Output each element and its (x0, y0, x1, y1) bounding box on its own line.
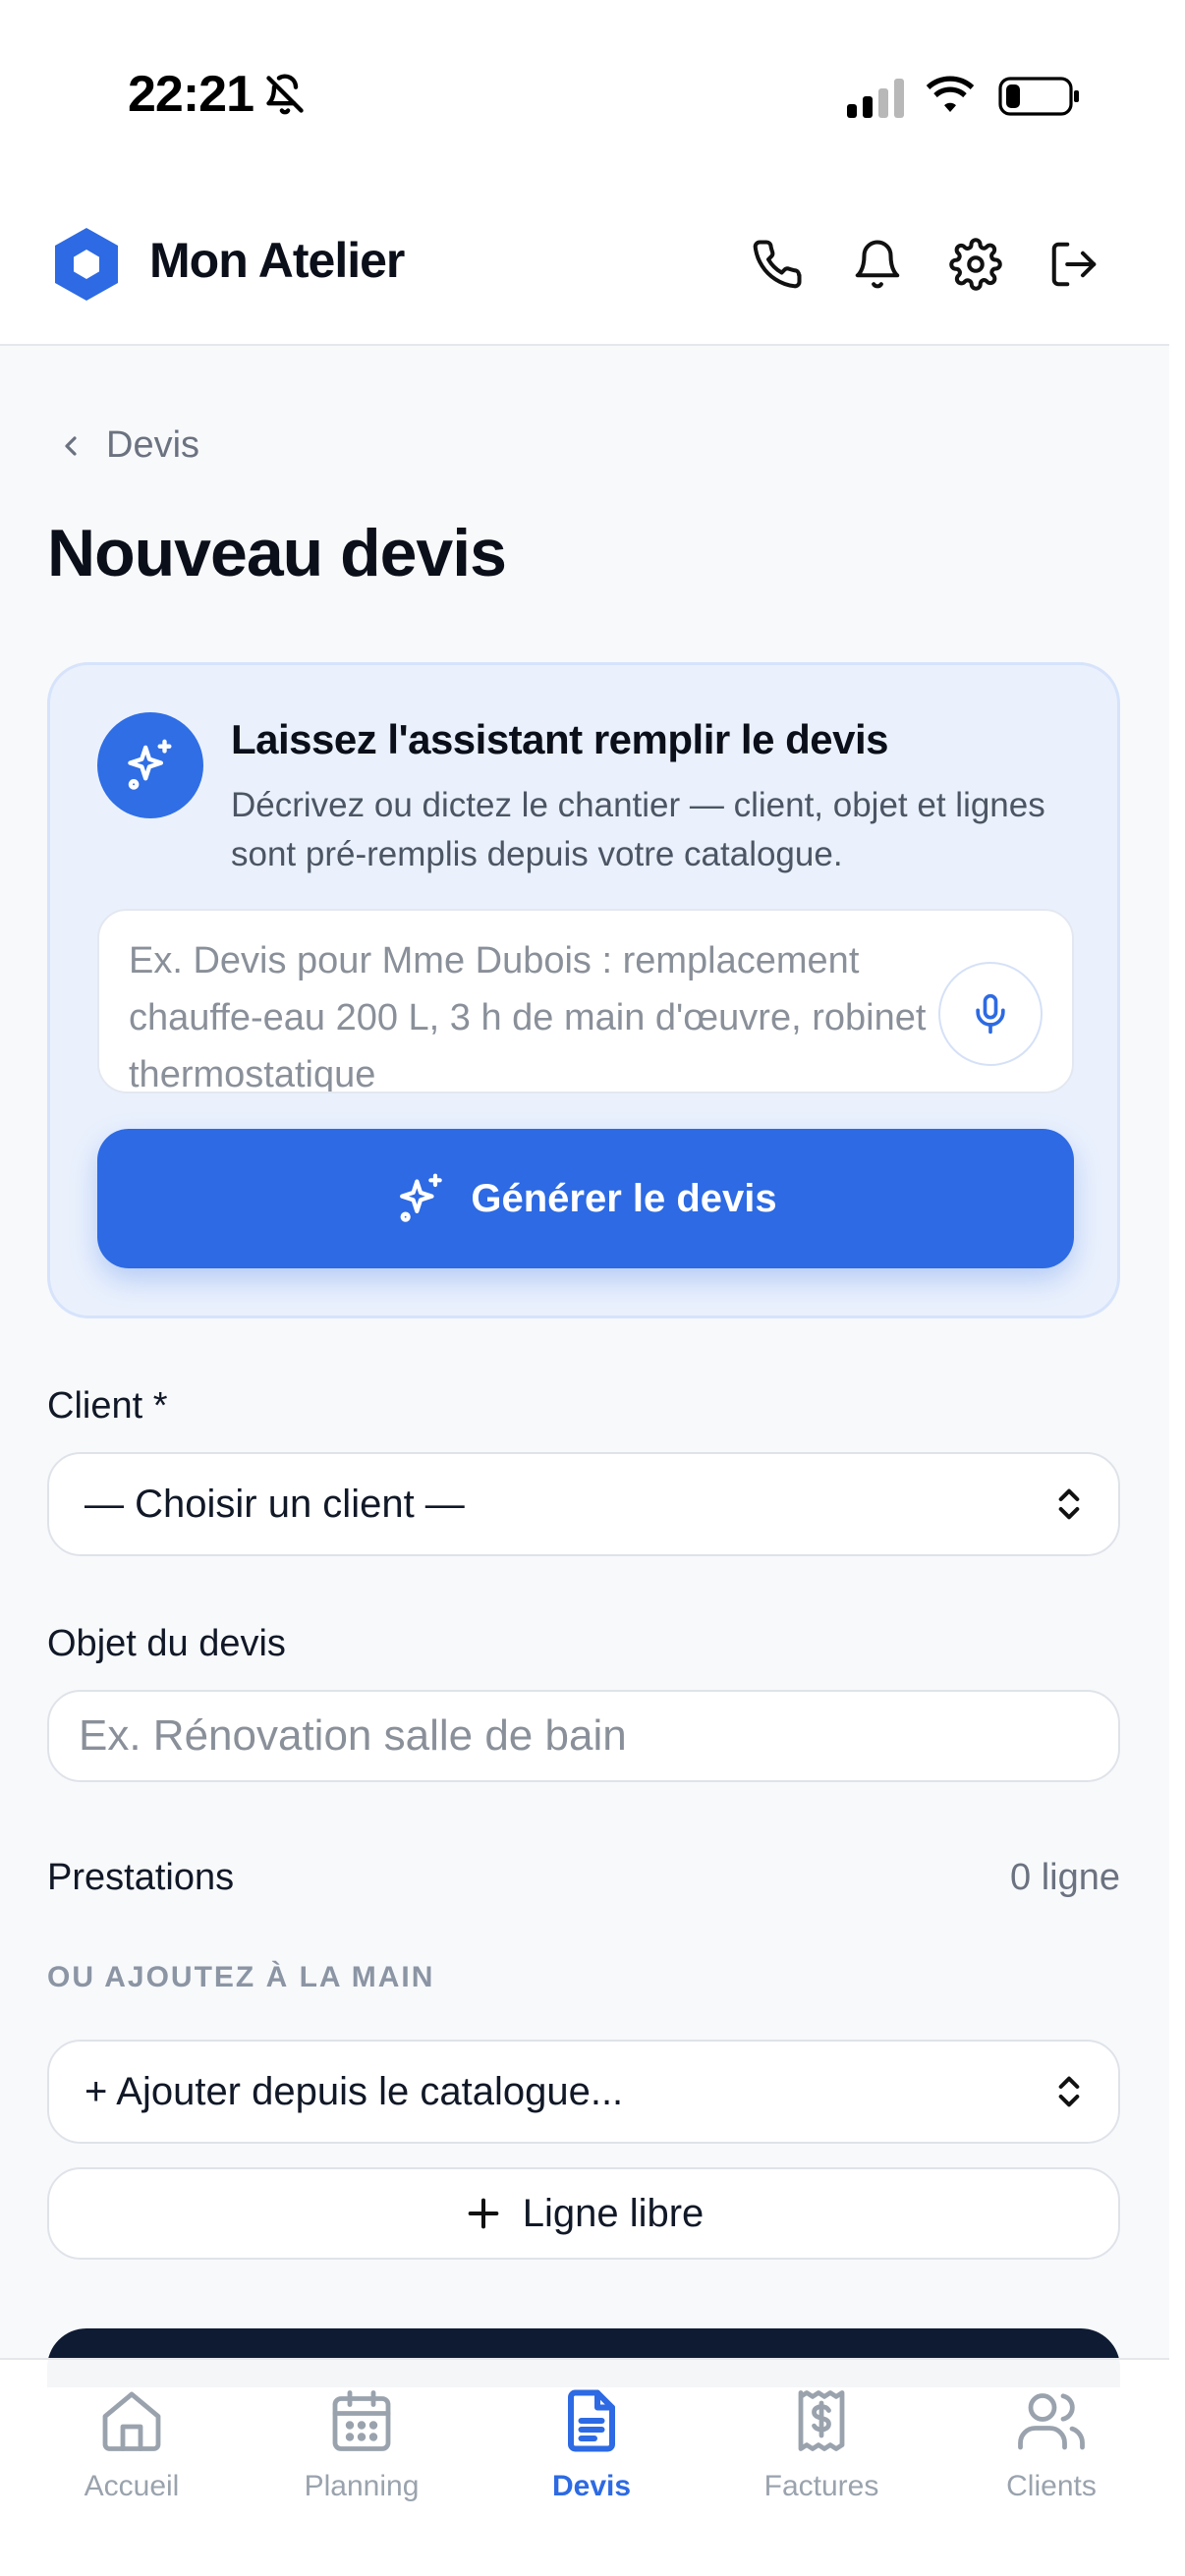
calendar-icon (332, 2390, 391, 2451)
chevron-left-icon (65, 435, 77, 456)
breadcrumb[interactable]: Devis (55, 424, 199, 467)
users-icon (1018, 2393, 1085, 2450)
nav-label-devis: Devis (551, 2470, 632, 2502)
status-time: 22:21 (128, 66, 254, 123)
client-label: Client * (47, 1385, 168, 1427)
nav-label-clients: Clients (1006, 2470, 1097, 2502)
sparkles-icon (400, 1173, 443, 1222)
assistant-prompt-input[interactable]: Ex. Devis pour Mme Dubois : remplacement… (97, 909, 1074, 1093)
nav-label-planning: Planning (304, 2470, 420, 2502)
assistant-card: Laissez l'assistant remplir le devis Déc… (47, 662, 1120, 1318)
receipt-icon (798, 2390, 845, 2451)
object-label: Objet du devis (47, 1623, 286, 1664)
sparkles-icon (128, 739, 172, 790)
add-free-line-button[interactable]: Ligne libre (47, 2167, 1120, 2260)
object-input-placeholder: Ex. Rénovation salle de bain (79, 1711, 627, 1760)
assistant-title: Laissez l'assistant remplir le devis (231, 716, 889, 762)
microphone-icon (976, 993, 1005, 1035)
assistant-description: Décrivez ou dictez le chantier — client,… (231, 786, 1045, 873)
assistant-icon-badge (97, 712, 203, 818)
mic-button[interactable] (938, 962, 1043, 1066)
main-content: Devis Nouveau devis Laissez l'assistant … (0, 346, 1169, 2387)
document-icon (568, 2389, 615, 2452)
chevron-updown-icon (1058, 2076, 1080, 2107)
status-bar: 22:21 (0, 0, 1185, 196)
scroll-edge (1169, 196, 1185, 2576)
bell-icon[interactable] (851, 238, 904, 291)
app-header: Mon Atelier (0, 196, 1169, 346)
signal-icon (847, 79, 904, 118)
nav-item-accueil[interactable]: Accueil (33, 2385, 230, 2533)
nav-item-clients[interactable]: Clients (953, 2385, 1150, 2533)
nav-item-devis[interactable]: Devis (493, 2385, 690, 2533)
app-title: Mon Atelier (149, 233, 405, 288)
object-input[interactable]: Ex. Rénovation salle de bain (47, 1690, 1120, 1782)
breadcrumb-label: Devis (106, 424, 200, 466)
page-title: Nouveau devis (47, 516, 507, 590)
nav-label-factures: Factures (763, 2470, 879, 2502)
bell-off-icon (266, 74, 304, 115)
generate-quote-label: Générer le devis (471, 1176, 777, 1220)
catalogue-select[interactable]: + Ajouter depuis le catalogue... (47, 2040, 1120, 2144)
catalogue-select-value: + Ajouter depuis le catalogue... (85, 2069, 624, 2113)
generate-quote-button[interactable]: Générer le devis (97, 1129, 1074, 1268)
prestations-count: 0 ligne (1010, 1857, 1120, 1898)
prestations-hint: OU AJOUTEZ À LA MAIN (47, 1961, 435, 1993)
nav-item-planning[interactable]: Planning (263, 2385, 460, 2533)
battery-icon (998, 77, 1079, 116)
home-icon (102, 2391, 161, 2451)
logo-icon (55, 228, 118, 301)
prestations-title: Prestations (47, 1857, 235, 1898)
bottom-nav: Accueil Planning Devis Factures Clients (0, 2358, 1169, 2576)
assistant-prompt-placeholder: Ex. Devis pour Mme Dubois : remplacement… (129, 940, 927, 1093)
client-select-value: — Choisir un client — (85, 1482, 465, 1526)
nav-item-factures[interactable]: Factures (723, 2385, 920, 2533)
wifi-icon (926, 76, 975, 113)
logout-icon[interactable] (1047, 238, 1100, 291)
nav-label-accueil: Accueil (84, 2470, 180, 2502)
settings-icon[interactable] (949, 238, 1002, 291)
plus-icon (468, 2198, 499, 2229)
client-select[interactable]: — Choisir un client — (47, 1452, 1120, 1556)
phone-icon[interactable] (751, 238, 804, 291)
add-free-line-label: Ligne libre (522, 2191, 705, 2235)
chevron-updown-icon (1058, 1488, 1080, 1520)
